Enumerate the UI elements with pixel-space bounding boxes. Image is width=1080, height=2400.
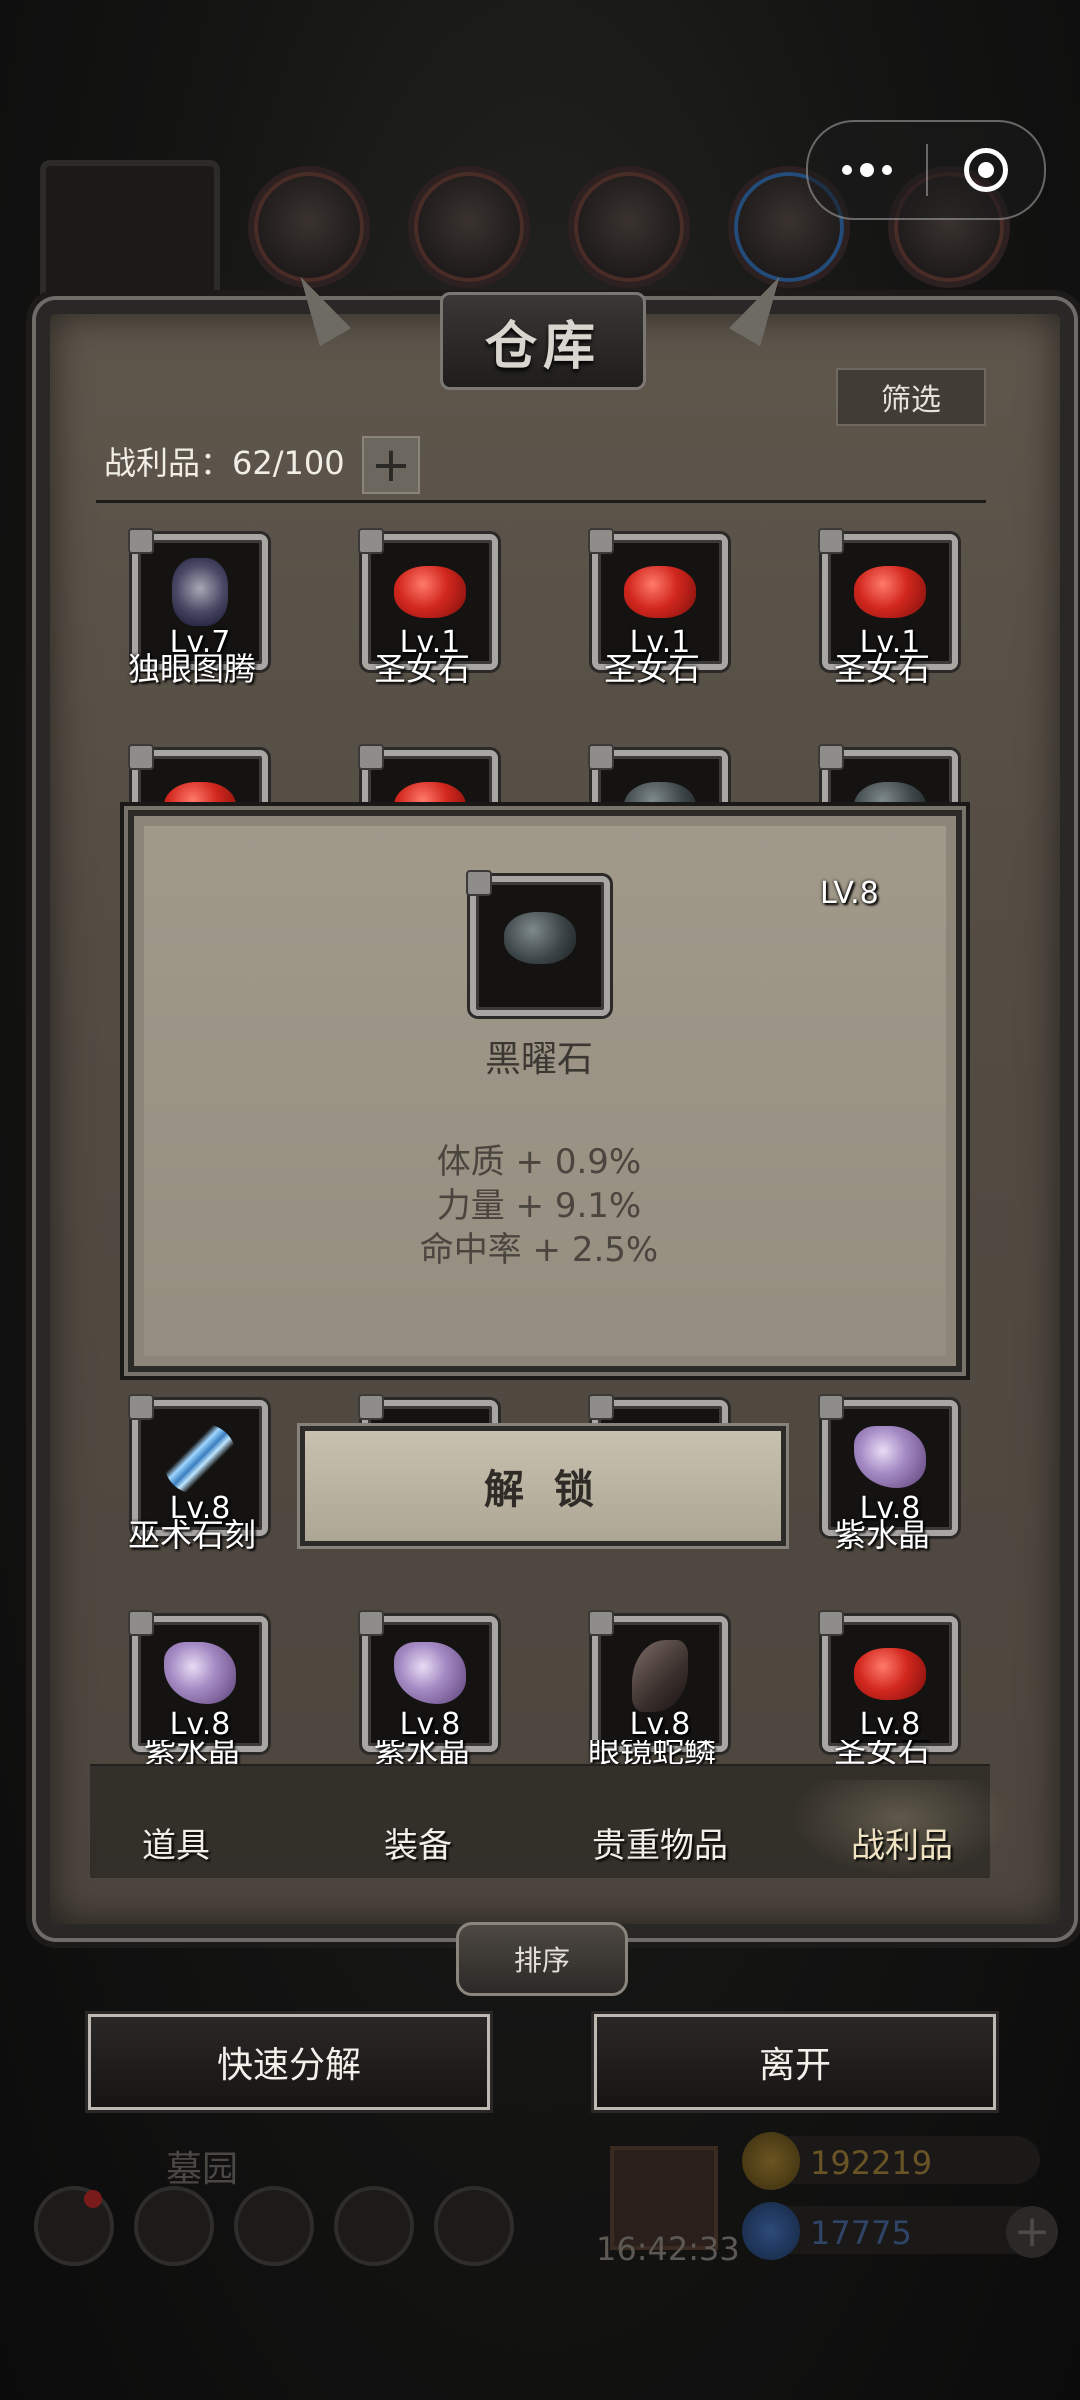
lock-icon [358,744,384,770]
lock-icon [358,1394,384,1420]
lock-icon [818,1610,844,1636]
expand-capacity-button[interactable]: + [362,436,420,494]
lock-icon [466,870,492,896]
red-gem-icon [854,1648,926,1700]
item-name: 紫水晶 [373,1740,470,1764]
tab-loot[interactable]: 战利品 [792,1818,1012,1867]
tab-valuables[interactable]: 贵重物品 [550,1818,770,1867]
achievement-icon[interactable] [134,2186,214,2266]
item-name: 紫水晶 [833,1516,930,1554]
grid-scroll-clip: 紫水晶 紫水晶 眼镜蛇鳞 圣女石 [90,1740,990,1764]
item-slot[interactable]: Lv.8 [358,1610,498,1752]
hero-portrait[interactable] [40,160,220,322]
close-mini-program-icon[interactable] [928,122,1044,218]
gold-coin-icon [742,2132,800,2190]
header-divider [96,500,986,503]
cobra-scale-icon [632,1640,688,1712]
lock-icon [818,1394,844,1420]
item-level: Lv.8 [399,1707,461,1742]
loot-capacity: 战利品：62/100 [104,444,345,482]
lock-icon [358,1610,384,1636]
item-slot[interactable]: Lv.8 [588,1610,728,1752]
obsidian-icon [504,912,576,964]
lock-icon [818,744,844,770]
more-menu-icon[interactable] [808,122,926,218]
settings-icon[interactable] [34,2186,114,2266]
lock-icon [128,1394,154,1420]
unlock-label: 解 锁 [484,1467,602,1513]
item-name: 圣女石 [373,650,470,688]
guild-icon[interactable] [234,2186,314,2266]
unlock-button[interactable]: 解 锁 [300,1426,786,1546]
gem-amount: 17775 [810,2214,912,2252]
item-name: 圣女石 [833,1740,930,1764]
red-gem-icon [394,566,466,618]
lock-icon [818,528,844,554]
popup-item-name: 黑曜石 [484,1039,593,1080]
lock-icon [588,528,614,554]
lock-icon [128,1610,154,1636]
sort-button[interactable]: 排序 [456,1922,628,1996]
add-currency-icon[interactable]: + [1006,2206,1058,2258]
amethyst-icon [164,1642,236,1704]
quick-decompose-button[interactable]: 快速分解 [88,2014,490,2110]
lock-icon [588,1610,614,1636]
popup-item-slot [466,870,610,1016]
item-slot[interactable]: Lv.8 [128,1610,268,1752]
item-name: 圣女石 [833,650,930,688]
amethyst-icon [854,1426,926,1488]
stat-constitution: 体质 + 0.9% [436,1142,642,1182]
item-slot[interactable]: Lv.8 [818,1610,958,1752]
stat-hit-rate: 命中率 + 2.5% [419,1230,659,1270]
map-icon[interactable] [434,2186,514,2266]
notification-dot [84,2190,102,2208]
location-label: 墓园 [166,2149,239,2190]
gold-amount: 192219 [810,2144,933,2182]
wechat-capsule [806,120,1046,220]
item-name: 紫水晶 [143,1740,240,1764]
red-gem-icon [624,566,696,618]
amethyst-icon [394,1642,466,1704]
lock-icon [588,744,614,770]
tab-props[interactable]: 道具 [66,1818,286,1867]
lock-icon [358,528,384,554]
lock-icon [588,1394,614,1420]
gift-timer: 16:42:33 [596,2230,740,2268]
item-name: 独眼图腾 [127,650,256,688]
resource-wood-icon [248,166,370,288]
blue-gem-icon [742,2202,800,2260]
red-gem-icon [854,566,926,618]
popup-item-level: LV.8 [820,876,879,911]
leave-button[interactable]: 离开 [594,2014,996,2110]
page-title: 仓库 [484,315,601,377]
mail-icon[interactable] [334,2186,414,2266]
totem-icon [172,558,228,626]
title-plate: 仓库 [440,292,646,390]
filter-button[interactable]: 筛选 [836,368,986,426]
item-level: Lv.8 [169,1707,231,1742]
item-level: Lv.8 [859,1707,921,1742]
lock-icon [128,744,154,770]
stat-strength: 力量 + 9.1% [436,1186,642,1226]
item-level: Lv.8 [629,1707,691,1742]
resource-iron-icon [568,166,690,288]
item-name: 眼镜蛇鳞 [587,1740,716,1764]
item-name: 圣女石 [603,650,700,688]
item-name: 巫术石刻 [127,1516,256,1554]
lock-icon [128,528,154,554]
resource-plank-icon [408,166,530,288]
rune-carving-icon [164,1424,236,1494]
tab-equipment[interactable]: 装备 [308,1818,528,1867]
